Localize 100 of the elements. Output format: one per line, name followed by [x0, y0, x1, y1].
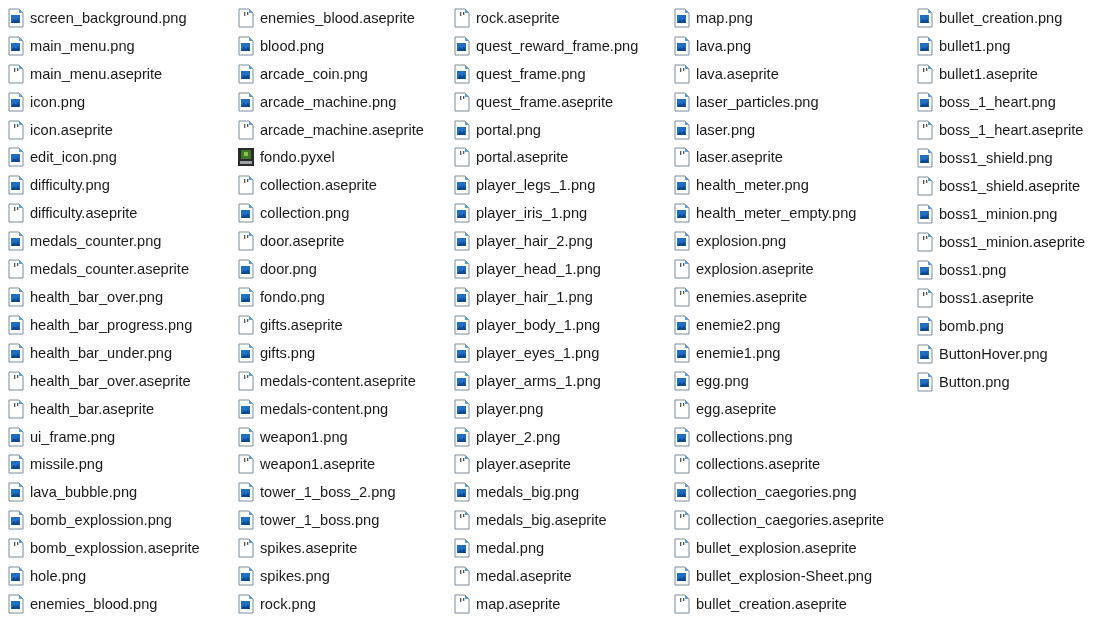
file-item[interactable]: explosion.aseprite — [674, 255, 917, 284]
file-item[interactable]: laser.aseprite — [674, 143, 917, 172]
file-item[interactable]: player_hair_2.png — [454, 227, 674, 256]
file-item[interactable]: arcade_coin.png — [238, 59, 454, 88]
file-item[interactable]: lava_bubble.png — [8, 478, 238, 507]
file-item[interactable]: edit_icon.png — [8, 143, 238, 172]
file-item[interactable]: gifts.png — [238, 338, 454, 367]
file-item[interactable]: bomb.png — [917, 312, 1097, 340]
file-item[interactable]: player_arms_1.png — [454, 366, 674, 395]
file-item[interactable]: map.aseprite — [454, 590, 674, 618]
file-item[interactable]: egg.aseprite — [674, 394, 917, 423]
file-item[interactable]: tower_1_boss_2.png — [238, 478, 454, 507]
file-item[interactable]: bullet_explosion-Sheet.png — [674, 562, 917, 591]
file-item[interactable]: health_bar_over.png — [8, 283, 238, 311]
file-item[interactable]: boss_1_heart.aseprite — [917, 116, 1097, 144]
file-item[interactable]: bullet1.png — [917, 32, 1097, 60]
file-item[interactable]: fondo.png — [238, 283, 454, 311]
file-item[interactable]: enemies_blood.aseprite — [238, 4, 454, 32]
file-item[interactable]: boss1_shield.png — [917, 144, 1097, 172]
file-item[interactable]: icon.aseprite — [8, 115, 238, 144]
file-item[interactable]: map.png — [674, 4, 917, 32]
file-item[interactable]: health_bar_over.aseprite — [8, 366, 238, 395]
file-item[interactable]: enemies.aseprite — [674, 283, 917, 311]
file-item[interactable]: boss1.aseprite — [917, 284, 1097, 312]
file-item[interactable]: hole.png — [8, 562, 238, 591]
file-item[interactable]: lava.png — [674, 31, 917, 60]
file-item[interactable]: rock.aseprite — [454, 4, 674, 32]
file-item[interactable]: medals_counter.png — [8, 227, 238, 256]
file-item[interactable]: arcade_machine.aseprite — [238, 115, 454, 144]
file-item[interactable]: bullet1.aseprite — [917, 60, 1097, 88]
file-item[interactable]: bomb_explossion.aseprite — [8, 534, 238, 563]
file-item[interactable]: lava.aseprite — [674, 59, 917, 88]
file-item[interactable]: medals-content.aseprite — [238, 366, 454, 395]
file-item[interactable]: difficulty.aseprite — [8, 199, 238, 228]
file-item[interactable]: spikes.png — [238, 562, 454, 591]
file-item[interactable]: collections.png — [674, 422, 917, 451]
file-item[interactable]: ButtonHover.png — [917, 340, 1097, 368]
file-item[interactable]: bomb_explossion.png — [8, 506, 238, 535]
file-item[interactable]: health_meter_empty.png — [674, 199, 917, 228]
file-item[interactable]: boss1_shield.aseprite — [917, 172, 1097, 200]
file-item[interactable]: missile.png — [8, 450, 238, 479]
file-item[interactable]: medals-content.png — [238, 394, 454, 423]
file-item[interactable]: player_2.png — [454, 422, 674, 451]
file-item[interactable]: tower_1_boss.png — [238, 506, 454, 535]
file-item[interactable]: blood.png — [238, 31, 454, 60]
file-item[interactable]: portal.png — [454, 115, 674, 144]
file-item[interactable]: player_hair_1.png — [454, 283, 674, 311]
file-item[interactable]: enemies_blood.png — [8, 590, 238, 618]
file-item[interactable]: medals_big.aseprite — [454, 506, 674, 535]
file-item[interactable]: medals_counter.aseprite — [8, 255, 238, 284]
file-item[interactable]: health_meter.png — [674, 171, 917, 200]
file-item[interactable]: weapon1.png — [238, 422, 454, 451]
file-item[interactable]: player.png — [454, 394, 674, 423]
file-item[interactable]: player_eyes_1.png — [454, 338, 674, 367]
file-item[interactable]: quest_reward_frame.png — [454, 31, 674, 60]
file-item[interactable]: boss_1_heart.png — [917, 88, 1097, 116]
file-item[interactable]: health_bar_under.png — [8, 338, 238, 367]
file-item[interactable]: player_body_1.png — [454, 310, 674, 339]
file-item[interactable]: collection.png — [238, 199, 454, 228]
file-item[interactable]: quest_frame.png — [454, 59, 674, 88]
file-item[interactable]: ui_frame.png — [8, 422, 238, 451]
file-item[interactable]: quest_frame.aseprite — [454, 87, 674, 116]
file-item[interactable]: boss1.png — [917, 256, 1097, 284]
file-item[interactable]: collection_caegories.aseprite — [674, 506, 917, 535]
file-item[interactable]: bullet_explosion.aseprite — [674, 534, 917, 563]
file-item[interactable]: health_bar_progress.png — [8, 310, 238, 339]
file-item[interactable]: player_legs_1.png — [454, 171, 674, 200]
file-item[interactable]: explosion.png — [674, 227, 917, 256]
file-item[interactable]: medal.png — [454, 534, 674, 563]
file-item[interactable]: laser.png — [674, 115, 917, 144]
file-item[interactable]: player_iris_1.png — [454, 199, 674, 228]
file-item[interactable]: boss1_minion.png — [917, 200, 1097, 228]
file-item[interactable]: main_menu.aseprite — [8, 59, 238, 88]
file-item[interactable]: bullet_creation.png — [917, 4, 1097, 32]
file-item[interactable]: difficulty.png — [8, 171, 238, 200]
file-item[interactable]: weapon1.aseprite — [238, 450, 454, 479]
file-item[interactable]: Button.png — [917, 368, 1097, 396]
file-item[interactable]: rock.png — [238, 590, 454, 618]
file-item[interactable]: gifts.aseprite — [238, 310, 454, 339]
file-item[interactable]: spikes.aseprite — [238, 534, 454, 563]
file-item[interactable]: enemie2.png — [674, 310, 917, 339]
file-item[interactable]: collections.aseprite — [674, 450, 917, 479]
file-item[interactable]: door.aseprite — [238, 227, 454, 256]
file-item[interactable]: door.png — [238, 255, 454, 284]
file-item[interactable]: fondo.pyxel — [238, 143, 454, 172]
file-item[interactable]: boss1_minion.aseprite — [917, 228, 1097, 256]
file-item[interactable]: enemie1.png — [674, 338, 917, 367]
file-item[interactable]: player.aseprite — [454, 450, 674, 479]
file-item[interactable]: collection.aseprite — [238, 171, 454, 200]
file-item[interactable]: icon.png — [8, 87, 238, 116]
file-item[interactable]: egg.png — [674, 366, 917, 395]
file-item[interactable]: arcade_machine.png — [238, 87, 454, 116]
file-item[interactable]: collection_caegories.png — [674, 478, 917, 507]
file-item[interactable]: screen_background.png — [8, 4, 238, 32]
file-item[interactable]: bullet_creation.aseprite — [674, 590, 917, 618]
file-item[interactable]: portal.aseprite — [454, 143, 674, 172]
file-item[interactable]: health_bar.aseprite — [8, 394, 238, 423]
file-item[interactable]: laser_particles.png — [674, 87, 917, 116]
file-item[interactable]: medal.aseprite — [454, 562, 674, 591]
file-item[interactable]: medals_big.png — [454, 478, 674, 507]
